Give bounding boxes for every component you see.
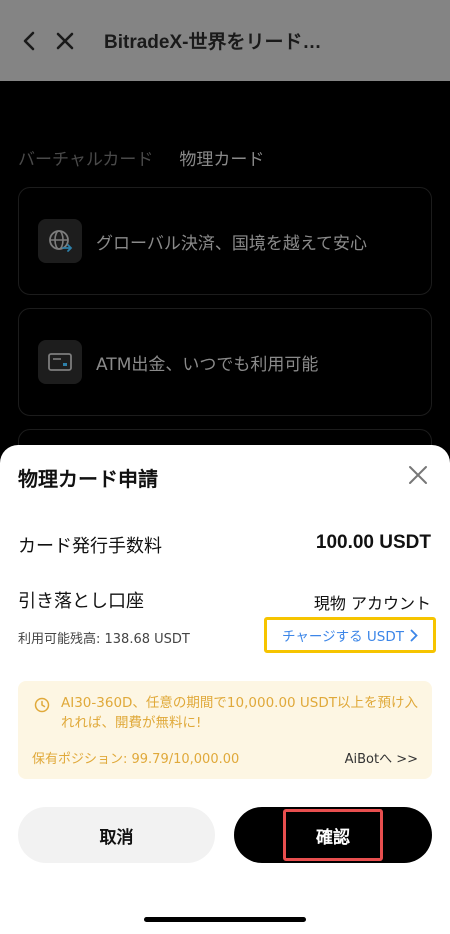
confirm-highlight: 確認 [283,809,383,861]
feature-text: グローバル決済、国境を越えて安心 [96,233,367,254]
apply-physical-card-sheet: 物理カード申請 カード発行手数料 100.00 USDT 引き落とし口座 現物 … [0,445,450,934]
promo-text: AI30-360D、任意の期間で10,000.00 USDT以上を預け入れれば、… [61,695,419,731]
aibot-link[interactable]: AiBotへ >> [345,748,418,767]
globe-icon [38,219,82,263]
tab-physical-card[interactable]: 物理カード [179,145,264,170]
fee-value: 100.00 USDT [315,532,431,553]
charge-link-label: チャージする USDT [282,629,404,645]
tab-virtual-card[interactable]: バーチャルカード [18,145,153,170]
charge-usdt-link[interactable]: チャージする USDT [264,617,436,653]
confirm-label: 確認 [316,827,350,848]
account-value: 現物 アカウント [313,594,431,613]
account-label: 引き落とし口座 [18,591,144,612]
back-button[interactable] [18,30,40,52]
sheet-title: 物理カード申請 [18,467,158,491]
chevron-left-icon [23,31,35,50]
close-icon [409,466,427,484]
nav-bar: BitradeX-世界をリード… [0,0,450,81]
feature-text: ATM出金、いつでも利用可能 [96,354,319,375]
fee-label: カード発行手数料 [18,536,162,557]
holding-position: 保有ポジション: 99.79/10,000.00 [32,752,240,767]
available-balance: 利用可能残高: 138.68 USDT [18,632,190,647]
cancel-button[interactable]: 取消 [18,807,215,863]
feature-card-atm: ATM出金、いつでも利用可能 [18,308,432,416]
confirm-button[interactable]: 確認 [234,807,432,863]
chevron-right-icon [410,629,418,641]
card-icon [38,340,82,384]
feature-card-global-payment: グローバル決済、国境を越えて安心 [18,187,432,295]
clock-icon [34,697,50,713]
close-icon [56,32,74,49]
promo-banner: AI30-360D、任意の期間で10,000.00 USDT以上を預け入れれば、… [18,681,432,779]
page-title: BitradeX-世界をリード… [104,32,322,53]
close-sheet-button[interactable] [406,463,430,487]
home-indicator [144,917,306,922]
close-webview-button[interactable] [54,30,76,52]
card-type-tabs: バーチャルカード 物理カード [18,145,264,170]
